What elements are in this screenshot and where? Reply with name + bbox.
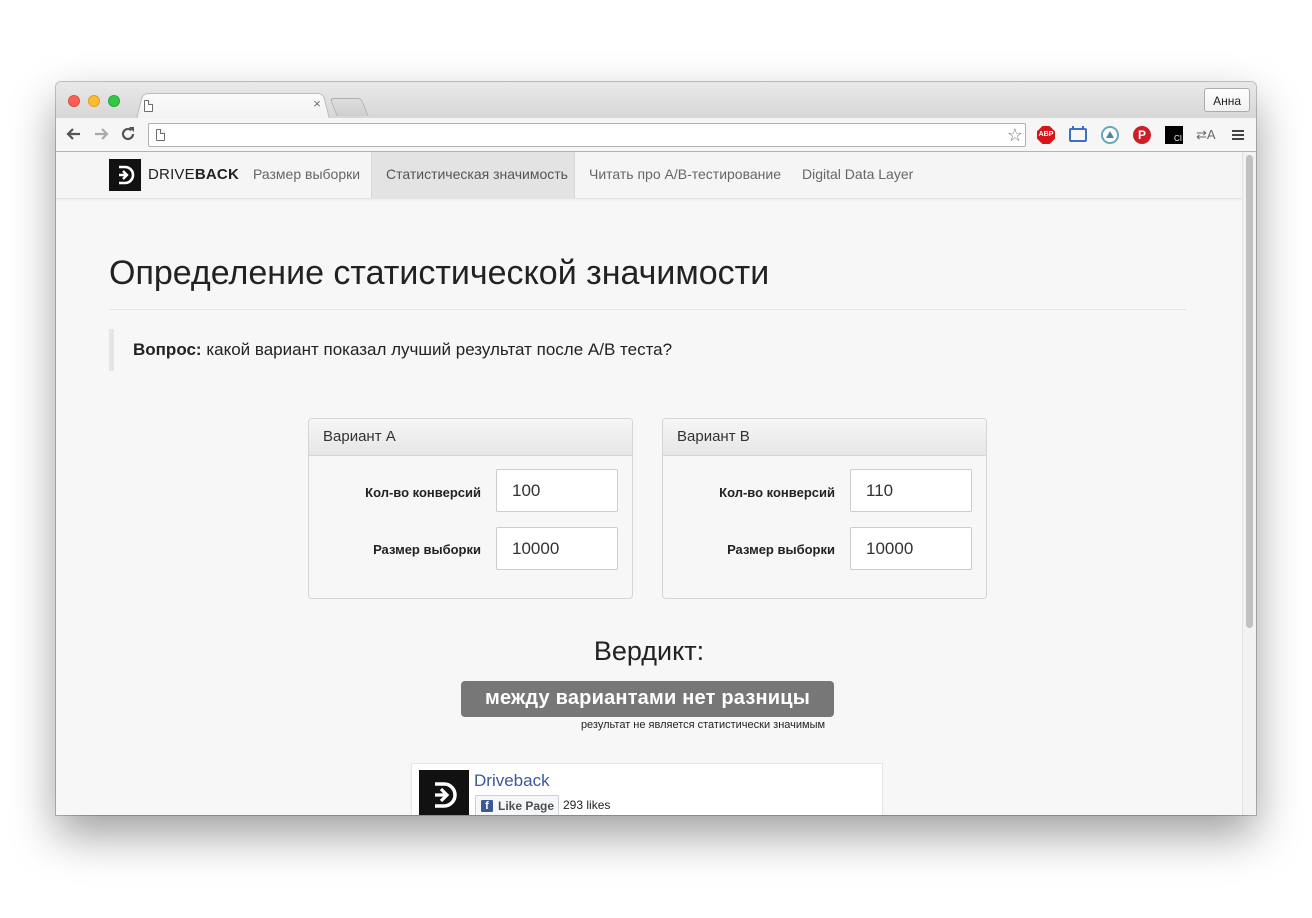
variant-b-sample-label: Размер выборки xyxy=(727,542,835,557)
facebook-page-widget: Driveback f Like Page 293 likes xyxy=(411,763,883,815)
scrollbar-thumb[interactable] xyxy=(1246,155,1253,628)
facebook-icon: f xyxy=(481,800,493,812)
question-label: Вопрос: xyxy=(133,340,202,359)
variant-a-sample-input[interactable] xyxy=(496,527,618,570)
address-input[interactable] xyxy=(171,126,995,146)
address-bar[interactable]: ☆ xyxy=(148,123,1026,147)
variant-a-title: Вариант A xyxy=(309,419,632,456)
facebook-like-count: 293 likes xyxy=(563,798,611,812)
logo-prefix: DRIVE xyxy=(148,166,195,183)
back-arrow-icon[interactable] xyxy=(64,125,84,145)
page-viewport: DRIVEBACK Размер выборки Статистическая … xyxy=(56,152,1256,815)
browser-menu-icon[interactable] xyxy=(1232,130,1244,140)
variant-a-conversions-input[interactable] xyxy=(496,469,618,512)
site-logo-text[interactable]: DRIVEBACK xyxy=(148,166,239,183)
browser-tab-content: × xyxy=(144,95,328,117)
translate-icon[interactable]: ⇄A xyxy=(1196,126,1218,144)
variant-b-panel: Вариант B Кол-во конверсий Размер выборк… xyxy=(662,418,987,599)
adblock-icon[interactable]: ABP xyxy=(1037,126,1055,144)
site-navbar: DRIVEBACK Размер выборки Статистическая … xyxy=(56,152,1242,199)
logo-suffix: BACK xyxy=(194,166,239,183)
variant-b-sample-input[interactable] xyxy=(850,527,972,570)
pinterest-icon[interactable]: P xyxy=(1133,126,1151,144)
forward-arrow-icon[interactable] xyxy=(91,125,111,145)
screenshot-icon[interactable] xyxy=(1069,126,1087,142)
driveback-logo-icon[interactable] xyxy=(419,770,469,815)
nav-digital-data-layer[interactable]: Digital Data Layer xyxy=(788,152,927,198)
verdict-note: результат не является статистически знач… xyxy=(580,719,826,731)
new-tab-button[interactable] xyxy=(329,98,369,116)
driveback-logo-icon[interactable] xyxy=(109,159,141,191)
zoom-window-button[interactable] xyxy=(108,95,120,107)
variant-b-title: Вариант B xyxy=(663,419,986,456)
variant-b-conversions-input[interactable] xyxy=(850,469,972,512)
nav-ab-testing[interactable]: Читать про A/B-тестирование xyxy=(575,152,795,198)
ci-extension-icon[interactable]: CI xyxy=(1165,126,1183,144)
nav-sample-size[interactable]: Размер выборки xyxy=(239,152,374,198)
title-divider xyxy=(109,309,1186,310)
page-icon xyxy=(144,100,153,112)
close-window-button[interactable] xyxy=(68,95,80,107)
question-callout: Вопрос: какой вариант показал лучший рез… xyxy=(109,329,709,371)
variant-a-sample-label: Размер выборки xyxy=(373,542,481,557)
variant-a-panel: Вариант A Кол-во конверсий Размер выборк… xyxy=(308,418,633,599)
page-scrollbar[interactable] xyxy=(1242,152,1256,815)
facebook-like-button[interactable]: f Like Page xyxy=(475,795,559,815)
tab-strip: × Анна xyxy=(56,82,1256,119)
page-icon xyxy=(156,129,165,141)
bookmark-star-icon[interactable]: ☆ xyxy=(1007,124,1023,146)
facebook-like-label: Like Page xyxy=(498,799,555,813)
variant-a-conversions-label: Кол-во конверсий xyxy=(365,485,481,500)
page-title: Определение статистической значимости xyxy=(109,254,770,292)
verdict-badge: между вариантами нет разницы xyxy=(461,681,834,717)
profile-button[interactable]: Анна xyxy=(1204,88,1250,112)
minimize-window-button[interactable] xyxy=(88,95,100,107)
question-text: какой вариант показал лучший результат п… xyxy=(201,340,673,359)
browser-window: × Анна ☆ ABP P CI ⇄A DRIVEBACK Размер вы… xyxy=(56,82,1256,815)
extension-triangle-icon[interactable] xyxy=(1101,126,1119,144)
reload-icon[interactable] xyxy=(118,125,138,145)
tab-close-icon[interactable]: × xyxy=(310,96,324,112)
variant-b-conversions-label: Кол-во конверсий xyxy=(719,485,835,500)
nav-statistical-significance[interactable]: Статистическая значимость xyxy=(371,152,575,198)
browser-toolbar: ☆ ABP P CI ⇄A xyxy=(56,118,1256,152)
verdict-title: Вердикт: xyxy=(593,636,705,666)
facebook-page-name[interactable]: Driveback xyxy=(474,771,550,791)
